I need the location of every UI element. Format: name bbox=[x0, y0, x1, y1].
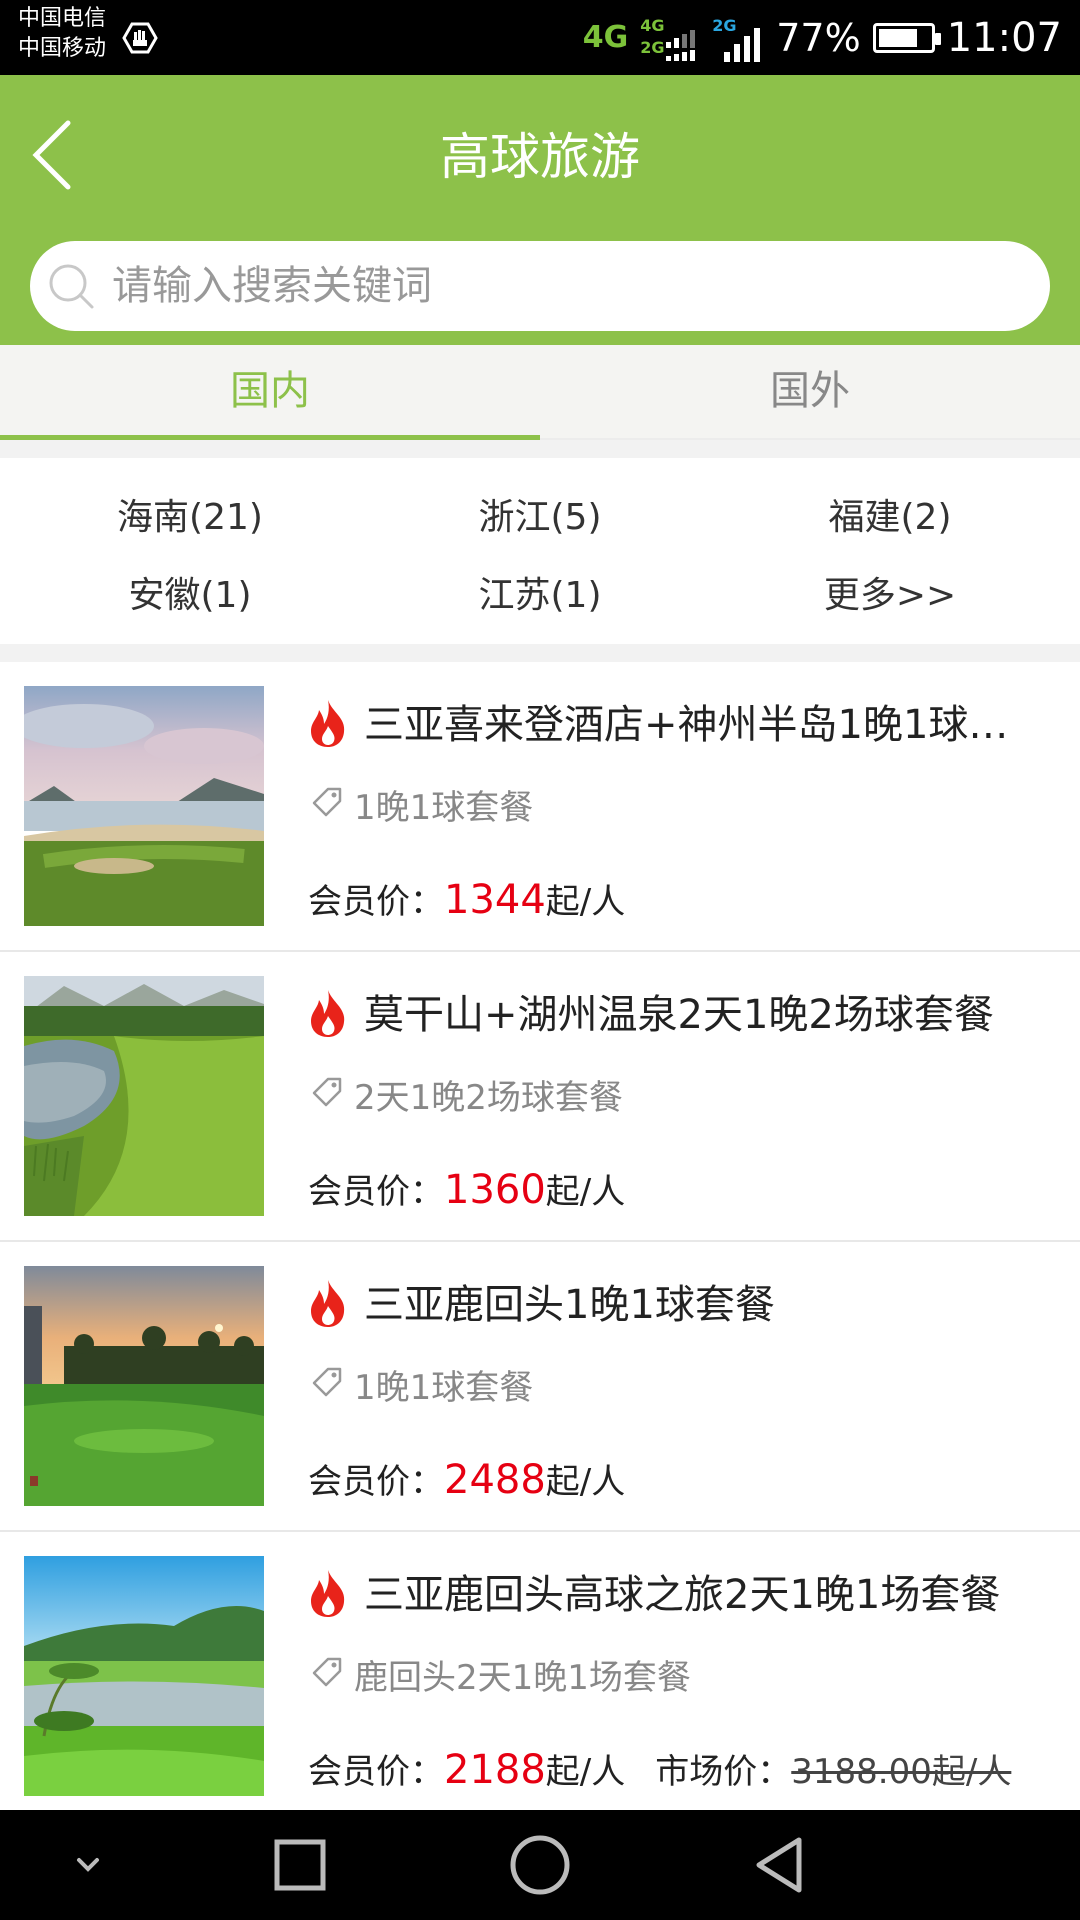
price-unit: 起/人 bbox=[545, 1172, 626, 1212]
signal-dual-icon: 4G 2G bbox=[640, 8, 700, 68]
divider bbox=[0, 644, 1080, 662]
market-price-label: 市场价： bbox=[655, 1752, 792, 1792]
tag-icon bbox=[312, 1367, 342, 1397]
package-thumbnail bbox=[24, 976, 264, 1216]
page-title: 高球旅游 bbox=[440, 128, 640, 186]
clock: 11:07 bbox=[946, 14, 1062, 61]
list-item[interactable]: 莫干山+湖州温泉2天1晚2场球套餐 2天1晚2场球套餐 会员价：1360起/人 bbox=[0, 952, 1080, 1242]
price-line: 会员价：1344起/人 bbox=[308, 874, 625, 923]
package-subtitle: 鹿回头2天1晚1场套餐 bbox=[354, 1658, 691, 1698]
package-thumbnail bbox=[24, 1266, 264, 1506]
tag-icon bbox=[312, 1657, 342, 1687]
package-title: 三亚喜来登酒店+神州半岛1晚1球套餐 bbox=[364, 702, 1044, 748]
region-fujian[interactable]: 福建(2) bbox=[710, 488, 1070, 540]
network-2g-small: 2G bbox=[640, 37, 665, 57]
home-icon[interactable] bbox=[507, 1832, 573, 1898]
member-price-label: 会员价： bbox=[308, 882, 444, 922]
search-bar[interactable] bbox=[30, 241, 1050, 331]
hand-icon bbox=[122, 22, 158, 54]
region-hainan[interactable]: 海南(21) bbox=[10, 488, 370, 540]
recent-apps-icon[interactable] bbox=[267, 1832, 333, 1898]
divider bbox=[0, 440, 1080, 458]
back-icon[interactable] bbox=[747, 1832, 813, 1898]
battery-percent: 77% bbox=[776, 15, 861, 60]
list-item[interactable]: 三亚鹿回头1晚1球套餐 1晚1球套餐 会员价：2488起/人 bbox=[0, 1242, 1080, 1532]
price-line: 会员价：2188起/人 市场价：3188.00起/人 bbox=[308, 1744, 1011, 1793]
carrier-telecom: 中国电信 bbox=[18, 6, 107, 31]
tag-icon bbox=[312, 787, 342, 817]
price-unit: 起/人 bbox=[545, 882, 626, 922]
chevron-down-icon[interactable] bbox=[55, 1832, 121, 1898]
header: 高球旅游 bbox=[0, 75, 1080, 345]
region-filter: 海南(21) 浙江(5) 福建(2) 安徽(1) 江苏(1) 更多>> bbox=[0, 458, 1080, 644]
tag-icon bbox=[312, 1077, 342, 1107]
tab-domestic[interactable]: 国内 bbox=[0, 345, 540, 440]
region-anhui[interactable]: 安徽(1) bbox=[10, 566, 370, 618]
battery-icon bbox=[872, 22, 941, 53]
list-item[interactable]: 三亚喜来登酒店+神州半岛1晚1球套餐 1晚1球套餐 会员价：1344起/人 bbox=[0, 662, 1080, 952]
network-4g-label: 4G bbox=[582, 20, 629, 55]
price-line: 会员价：2488起/人 bbox=[308, 1454, 625, 1503]
region-jiangsu[interactable]: 江苏(1) bbox=[360, 566, 720, 618]
package-subtitle: 1晚1球套餐 bbox=[354, 1368, 534, 1408]
search-icon bbox=[49, 264, 94, 309]
market-price: 3188.00起/人 bbox=[791, 1752, 1012, 1792]
member-price: 1360 bbox=[444, 1167, 546, 1213]
region-zhejiang[interactable]: 浙江(5) bbox=[360, 488, 720, 540]
status-bar: 中国电信 中国移动 4G 4G 2G 2G 77% 11:07 bbox=[0, 0, 1080, 75]
price-unit: 起/人 bbox=[545, 1752, 626, 1792]
carrier-mobile: 中国移动 bbox=[18, 36, 107, 61]
tab-bar: 国内 国外 bbox=[0, 345, 1080, 440]
package-thumbnail bbox=[24, 1556, 264, 1796]
fire-icon bbox=[311, 700, 345, 747]
package-subtitle: 2天1晚2场球套餐 bbox=[354, 1078, 623, 1118]
member-price: 1344 bbox=[444, 877, 546, 923]
member-price: 2188 bbox=[444, 1747, 546, 1793]
fire-icon bbox=[311, 990, 345, 1037]
tab-overseas[interactable]: 国外 bbox=[540, 345, 1080, 438]
member-price: 2488 bbox=[444, 1457, 546, 1503]
package-title: 莫干山+湖州温泉2天1晚2场球套餐 bbox=[364, 992, 994, 1038]
member-price-label: 会员价： bbox=[308, 1172, 444, 1212]
price-unit: 起/人 bbox=[545, 1462, 626, 1502]
region-more-link[interactable]: 更多>> bbox=[710, 566, 1070, 618]
package-list: 三亚喜来登酒店+神州半岛1晚1球套餐 1晚1球套餐 会员价：1344起/人 莫干… bbox=[0, 662, 1080, 1822]
network-4g-small: 4G bbox=[640, 15, 665, 35]
system-navigation-bar bbox=[0, 1810, 1080, 1920]
fire-icon bbox=[311, 1280, 345, 1327]
package-title: 三亚鹿回头高球之旅2天1晚1场套餐 bbox=[364, 1572, 1001, 1618]
package-thumbnail bbox=[24, 686, 264, 926]
fire-icon bbox=[311, 1570, 345, 1617]
carrier-labels: 中国电信 中国移动 bbox=[18, 4, 106, 64]
search-input[interactable] bbox=[112, 241, 1012, 331]
price-line: 会员价：1360起/人 bbox=[308, 1164, 625, 1213]
signal-2g-icon: 2G bbox=[712, 8, 764, 68]
package-subtitle: 1晚1球套餐 bbox=[354, 788, 534, 828]
list-item[interactable]: 三亚鹿回头高球之旅2天1晚1场套餐 鹿回头2天1晚1场套餐 会员价：2188起/… bbox=[0, 1532, 1080, 1822]
member-price-label: 会员价： bbox=[308, 1752, 444, 1792]
member-price-label: 会员价： bbox=[308, 1462, 444, 1502]
package-title: 三亚鹿回头1晚1球套餐 bbox=[364, 1282, 775, 1328]
